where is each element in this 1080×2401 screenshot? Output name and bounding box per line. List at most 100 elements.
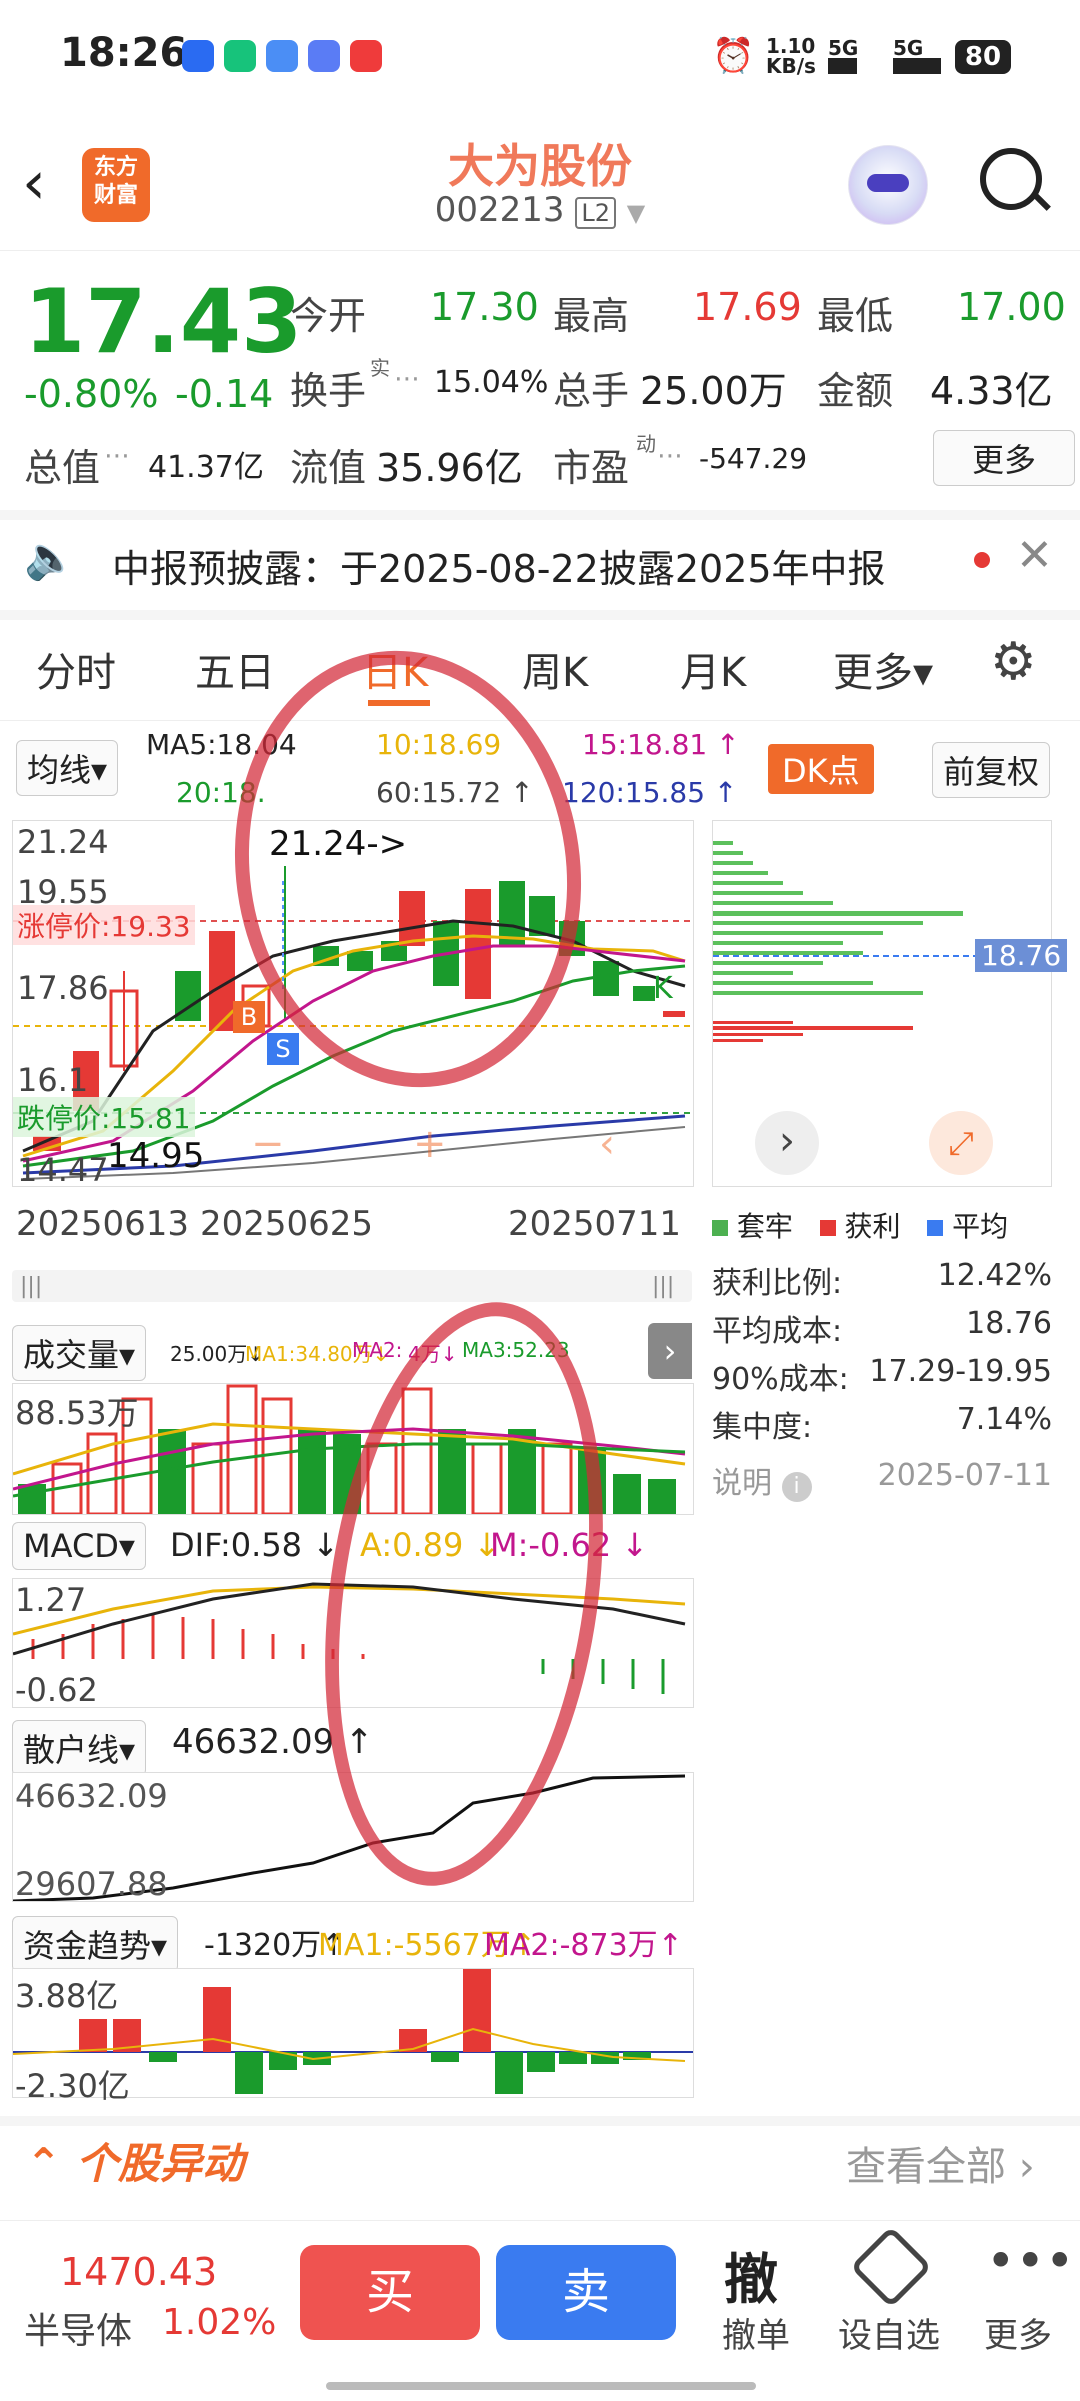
range-scrollbar[interactable]: ||| |||: [12, 1270, 692, 1302]
current-price: 17.43: [24, 270, 303, 373]
next-arrow-icon[interactable]: ›: [755, 1111, 819, 1175]
scroll-handle-left[interactable]: |||: [20, 1274, 42, 1299]
expand-panel-icon[interactable]: ›: [648, 1323, 692, 1379]
movement-title[interactable]: ⌃ 个股异动: [26, 2130, 244, 2191]
zoom-out-icon[interactable]: −: [251, 1121, 285, 1167]
chip-stat-row: 平均成本: 18.76: [712, 1306, 1052, 1349]
chip-note[interactable]: 说明 i 2025-07-11: [712, 1458, 1052, 1502]
chip-stat-row: 获利比例: 12.42%: [712, 1258, 1052, 1301]
turnover-sup: 实: [370, 356, 390, 380]
low-marker: 14.95: [107, 1136, 205, 1176]
sell-signal-marker[interactable]: S: [267, 1033, 299, 1065]
robot-assistant-icon[interactable]: [848, 145, 928, 225]
ma15-label: 15:18.81 ↑: [582, 728, 740, 761]
alarm-icon: ⏰: [712, 36, 755, 76]
app-notification-icon: [266, 40, 298, 72]
more-info-icon[interactable]: ⋯: [104, 441, 130, 471]
more-quote-button[interactable]: 更多: [933, 430, 1075, 486]
volume-selector[interactable]: 成交量▾: [12, 1325, 147, 1381]
ma-selector[interactable]: 均线▾: [16, 740, 119, 796]
app-notification-icon: [308, 40, 340, 72]
settings-gear-icon[interactable]: ⚙: [990, 632, 1037, 692]
cancel-order-icon[interactable]: 撤: [724, 2235, 778, 2314]
view-all-link[interactable]: 查看全部 ›: [846, 2134, 1035, 2192]
signal-icon: 5G: [893, 36, 924, 60]
legend-swatch: [927, 1220, 944, 1236]
macd-y-bottom: -0.62: [15, 1671, 98, 1709]
sell-button[interactable]: 卖: [496, 2245, 676, 2340]
fund-selector[interactable]: 资金趋势▾: [12, 1916, 179, 1972]
xiaohongshu-icon: [350, 40, 382, 72]
retail-selector[interactable]: 散户线▾: [12, 1720, 147, 1776]
legend-swatch: [712, 1220, 728, 1236]
tab-five-day[interactable]: 五日: [195, 640, 275, 698]
more-dots-icon[interactable]: •••: [986, 2232, 1074, 2290]
limit-up-label: 涨停价:19.33: [13, 905, 195, 945]
mcap-value: 41.37亿: [148, 450, 264, 485]
tab-monthly-k[interactable]: 月K: [680, 640, 746, 698]
speaker-icon: 🔈: [24, 533, 77, 582]
macd-selector[interactable]: MACD▾: [12, 1522, 146, 1570]
chip-stat-row: 集中度: 7.14%: [712, 1402, 1052, 1445]
date-label: 20250711: [508, 1204, 682, 1244]
close-icon[interactable]: ✕: [1016, 530, 1053, 581]
index-change: 1.02%: [162, 2302, 277, 2343]
more-label[interactable]: 更多: [984, 2308, 1052, 2357]
search-icon[interactable]: [980, 148, 1051, 211]
amount-label: 金额: [817, 369, 894, 413]
chip-distribution-chart[interactable]: 18.76 › ⤢: [712, 820, 1068, 1187]
pe-sup: 动: [636, 432, 656, 456]
expand-icon[interactable]: ⤢: [929, 1111, 993, 1175]
unread-dot: [974, 552, 990, 568]
index-value[interactable]: 1470.43: [60, 2250, 217, 2294]
home-indicator: [326, 2382, 756, 2390]
net-speed: 1.10 KB/s: [766, 34, 816, 78]
tab-more[interactable]: 更多▾: [833, 640, 933, 698]
volume-y-label: 88.53万: [15, 1394, 139, 1432]
signal-icon: 5G: [828, 36, 859, 60]
battery-icon: 80: [955, 40, 1011, 74]
signal-bars-icon: [893, 58, 941, 74]
buy-button[interactable]: 买: [300, 2245, 480, 2340]
turnover-value: 15.04%: [434, 365, 549, 400]
buy-signal-marker[interactable]: B: [233, 1001, 265, 1033]
open-label: 今开: [290, 294, 367, 338]
chip-legend: 套牢 获利 平均: [712, 1205, 1008, 1245]
open-value: 17.30: [430, 285, 539, 329]
more-info-icon[interactable]: ⋯: [657, 441, 683, 471]
chevron-up-icon: ⌃: [26, 2139, 62, 2188]
app-notification-icon: [182, 40, 214, 72]
y-label: 21.24: [17, 823, 109, 861]
macd-y-top: 1.27: [15, 1581, 87, 1619]
dk-point-button[interactable]: DK点: [768, 744, 874, 794]
fund-trend-chart[interactable]: 3.88亿 -2.30亿: [12, 1968, 694, 2105]
y-label: 14.47: [17, 1151, 109, 1189]
low-label: 最低: [817, 294, 894, 338]
tab-intraday[interactable]: 分时: [36, 640, 116, 698]
volume-ma2: MA2:: [352, 1338, 403, 1362]
high-label: 最高: [553, 294, 630, 338]
fund-y-top: 3.88亿: [15, 1977, 119, 2015]
adjust-selector[interactable]: 前复权: [932, 742, 1051, 798]
cancel-order-label[interactable]: 撤单: [722, 2308, 790, 2357]
chevron-right-icon: ›: [1018, 2144, 1035, 2190]
float-value: 35.96亿: [376, 446, 523, 490]
scroll-handle-right[interactable]: |||: [652, 1274, 674, 1299]
y-label: 17.86: [17, 969, 109, 1007]
ma120-label: 120:15.85 ↑: [562, 776, 738, 809]
more-info-icon[interactable]: ⋯: [394, 364, 420, 394]
mcap-label: 总值: [24, 446, 101, 490]
high-value: 17.69: [693, 285, 802, 329]
index-name[interactable]: 半导体: [24, 2302, 132, 2354]
zoom-in-icon[interactable]: +: [413, 1121, 447, 1167]
date-label: 20250613: [16, 1204, 190, 1244]
macd-dif: DIF:0.58 ↓: [170, 1526, 340, 1564]
scroll-left-icon[interactable]: ‹: [599, 1121, 615, 1167]
tab-weekly-k[interactable]: 周K: [522, 640, 588, 698]
add-watchlist-label[interactable]: 设自选: [838, 2308, 940, 2357]
pe-value: -547.29: [699, 442, 808, 475]
turnover-label: 换手: [290, 369, 367, 413]
notice-text[interactable]: 中报预披露：于2025-08-22披露2025年中报: [112, 538, 886, 593]
date-label: 20250625: [200, 1204, 374, 1244]
float-label: 流值: [290, 446, 367, 490]
